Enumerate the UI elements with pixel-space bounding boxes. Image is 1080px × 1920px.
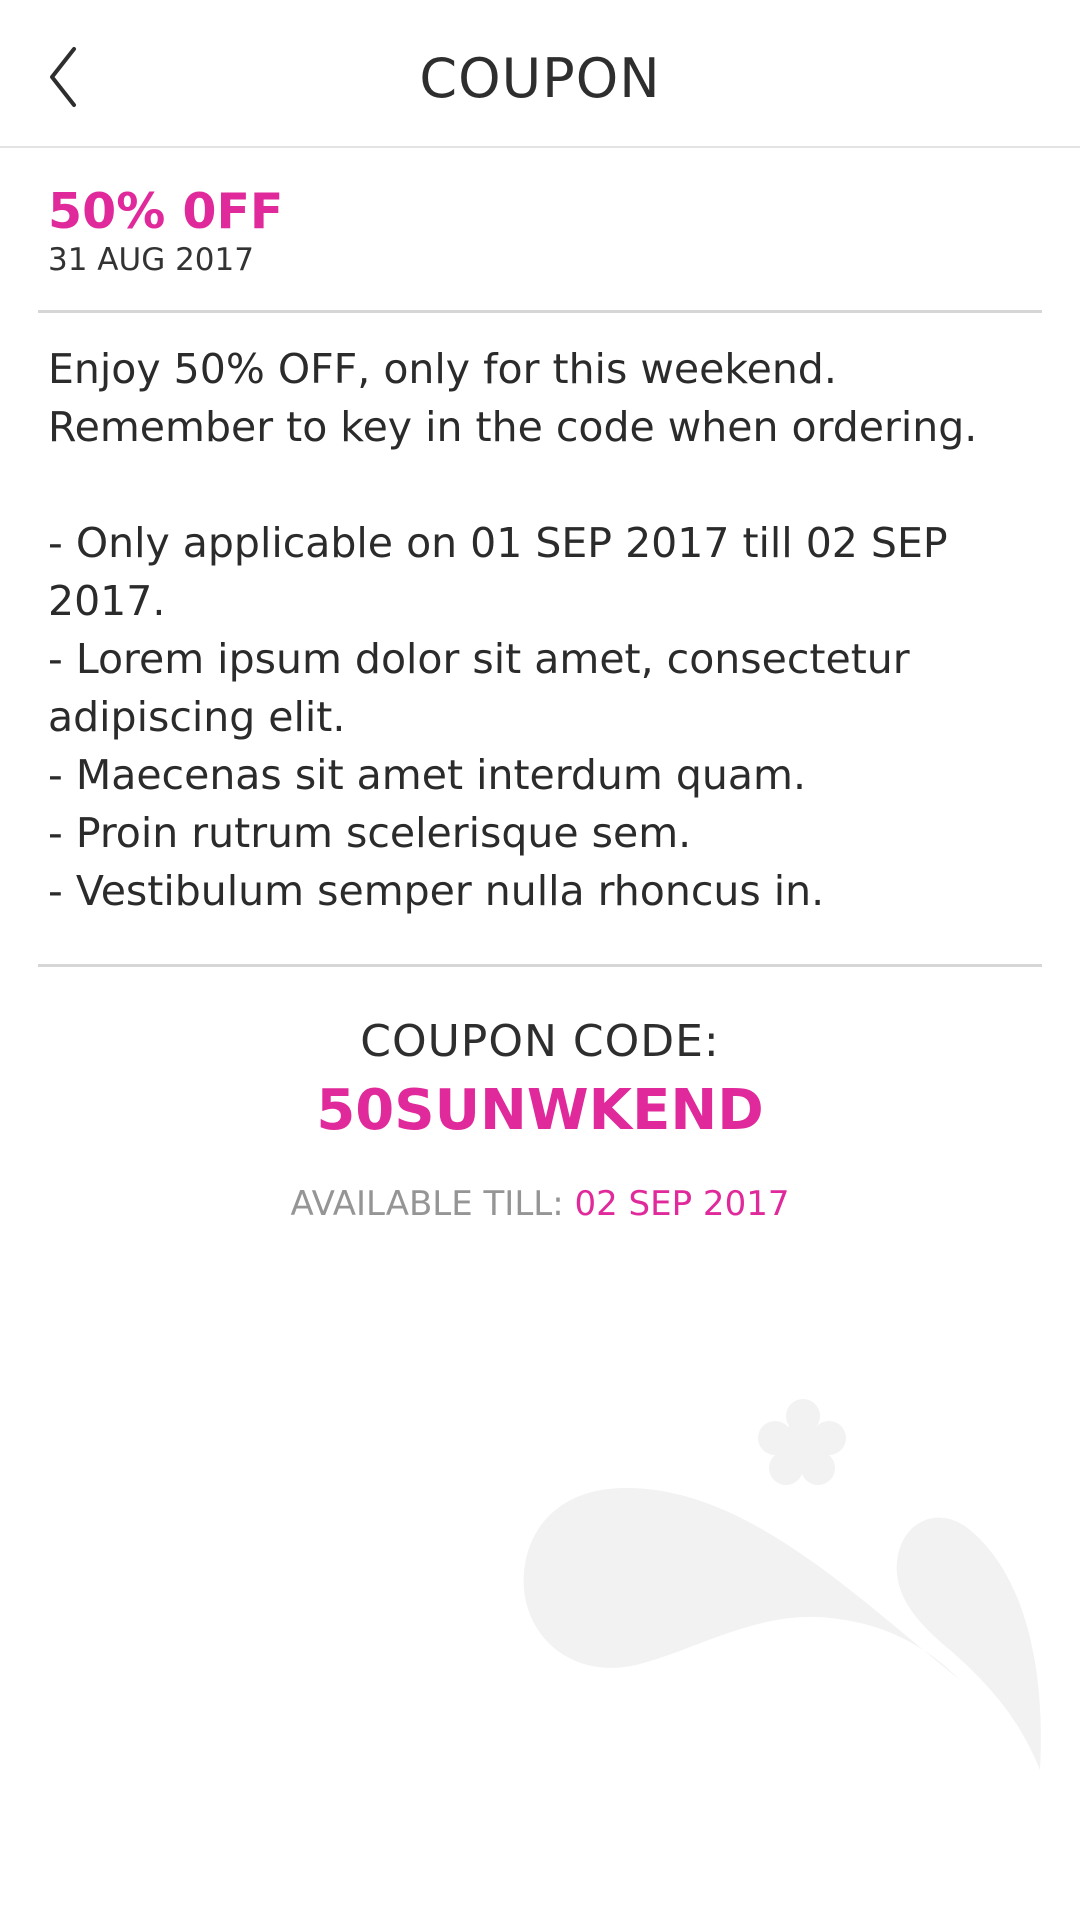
page-title: COUPON (419, 47, 661, 110)
availability: AVAILABLE TILL: 02 SEP 2017 (0, 1182, 1080, 1226)
description-line: Remember to key in the code when orderin… (48, 403, 978, 451)
brand-watermark-icon (523, 1399, 1041, 1770)
term-item: - Only applicable on 01 SEP 2017 till 02… (48, 519, 948, 625)
description-line: Enjoy 50% OFF, only for this weekend. (48, 345, 837, 393)
coupon-code: 50SUNWKEND (316, 1078, 764, 1143)
divider-top (38, 310, 1042, 313)
coupon-code-label: COUPON CODE: (360, 1016, 720, 1067)
divider-bottom (38, 964, 1042, 967)
term-item: - Maecenas sit amet interdum quam. (48, 751, 806, 799)
term-item: - Vestibulum semper nulla rhoncus in. (48, 867, 825, 915)
available-label: AVAILABLE TILL: (290, 1184, 564, 1224)
coupon-description: Enjoy 50% OFF, only for this weekend. Re… (48, 340, 1048, 920)
offer-title: 50% 0FF (48, 183, 284, 240)
app-header: COUPON (0, 0, 1080, 148)
available-date: 02 SEP 2017 (574, 1184, 790, 1224)
term-item: - Lorem ipsum dolor sit amet, consectetu… (48, 635, 910, 741)
term-item: - Proin rutrum scelerisque sem. (48, 809, 692, 857)
offer-date: 31 AUG 2017 (48, 242, 254, 278)
